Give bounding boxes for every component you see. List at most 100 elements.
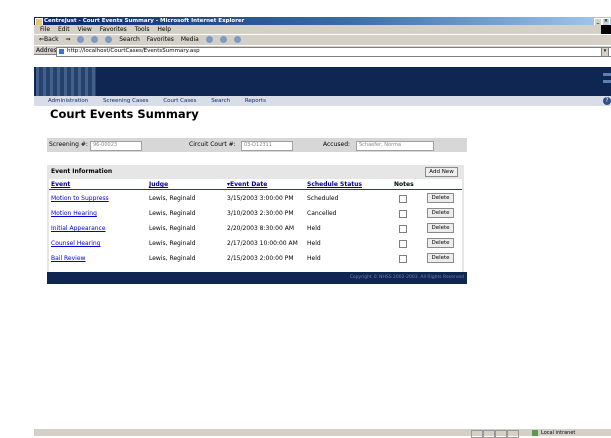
site-nav: Administration Screening Cases Court Cas… xyxy=(34,96,611,106)
nav-administration[interactable]: Administration xyxy=(48,98,88,104)
history-icon[interactable] xyxy=(205,36,213,43)
screening-label: Screening #: xyxy=(49,141,88,148)
event-date-cell: 2/15/2003 2:00:00 PM xyxy=(227,255,294,262)
column-header-schedule-status[interactable]: Schedule Status xyxy=(307,181,362,188)
judge-cell: Lewis, Reginald xyxy=(149,240,196,247)
event-link[interactable]: Initial Appearance xyxy=(51,225,106,232)
notes-checkbox[interactable] xyxy=(399,210,407,218)
judge-cell: Lewis, Reginald xyxy=(149,195,196,202)
nav-court-cases[interactable]: Court Cases xyxy=(163,98,196,104)
notes-checkbox[interactable] xyxy=(399,255,407,263)
menu-file[interactable]: File xyxy=(40,26,50,33)
status-cell: Held xyxy=(307,240,321,247)
event-date-cell: 2/17/2003 10:00:00 AM xyxy=(227,240,298,247)
table-row: Initial Appearance Lewis, Reginald 2/20/… xyxy=(49,222,462,237)
event-link[interactable]: Motion to Suppress xyxy=(51,195,109,202)
site-banner xyxy=(34,67,611,96)
status-cell: Scheduled xyxy=(307,195,339,202)
status-pane xyxy=(483,430,495,438)
column-header-event-date[interactable]: ▾Event Date xyxy=(227,181,267,188)
banner-decor xyxy=(603,80,611,83)
table-row: Motion to Suppress Lewis, Reginald 3/15/… xyxy=(49,192,462,207)
windows-logo-icon xyxy=(601,25,611,34)
menu-tools[interactable]: Tools xyxy=(135,26,150,33)
courthouse-banner-image xyxy=(36,67,96,96)
browser-toolbar: ⇐Back ⇒ Search Favorites Media xyxy=(34,34,611,45)
delete-button[interactable]: Delete xyxy=(427,208,454,218)
status-cell: Cancelled xyxy=(307,210,337,217)
status-cell: Held xyxy=(307,225,321,232)
mail-icon[interactable] xyxy=(219,36,227,43)
event-date-cell: 3/15/2003 3:00:00 PM xyxy=(227,195,294,202)
address-input[interactable]: http://localhost/CourtCases/EventsSummar… xyxy=(56,47,611,57)
address-url: http://localhost/CourtCases/EventsSummar… xyxy=(67,48,200,54)
panel-header: Event Information xyxy=(49,165,464,178)
circuit-court-number-field[interactable]: 03-D12311 xyxy=(241,141,293,151)
circuit-court-label: Circuit Court #: xyxy=(189,141,236,148)
status-bar: Local intranet xyxy=(34,428,611,438)
event-link[interactable]: Bail Review xyxy=(51,255,85,262)
events-table: Event Judge ▾Event Date Schedule Status … xyxy=(49,179,462,274)
header-rule xyxy=(49,189,462,190)
search-button[interactable]: Search xyxy=(119,36,140,43)
intranet-icon xyxy=(532,430,538,436)
menu-help[interactable]: Help xyxy=(157,26,171,33)
security-zone-label: Local intranet xyxy=(541,430,576,436)
status-pane xyxy=(495,430,507,438)
event-link[interactable]: Motion Hearing xyxy=(51,210,97,217)
delete-button[interactable]: Delete xyxy=(427,253,454,263)
judge-cell: Lewis, Reginald xyxy=(149,225,196,232)
judge-cell: Lewis, Reginald xyxy=(149,210,196,217)
help-icon[interactable]: ? xyxy=(603,97,611,105)
panel-title: Event Information xyxy=(51,168,113,175)
menu-edit[interactable]: Edit xyxy=(58,26,70,33)
nav-search[interactable]: Search xyxy=(211,98,230,104)
column-header-event[interactable]: Event xyxy=(51,181,70,188)
table-row: Counsel Hearing Lewis, Reginald 2/17/200… xyxy=(49,237,462,252)
delete-button[interactable]: Delete xyxy=(427,193,454,203)
menu-favorites[interactable]: Favorites xyxy=(100,26,127,33)
event-link[interactable]: Counsel Hearing xyxy=(51,240,100,247)
left-gutter xyxy=(0,17,34,436)
address-bar: Address http://localhost/CourtCases/Even… xyxy=(34,45,611,57)
case-filter-bar: Screening #: 96-00023 Circuit Court #: 0… xyxy=(47,138,467,152)
notes-checkbox[interactable] xyxy=(399,225,407,233)
menu-view[interactable]: View xyxy=(78,26,92,33)
window-title: CentreJust - Court Events Summary - Micr… xyxy=(44,18,245,24)
page-icon xyxy=(59,49,64,54)
print-icon[interactable] xyxy=(233,36,241,43)
favorites-button[interactable]: Favorites xyxy=(147,36,174,43)
screening-number-field[interactable]: 96-00023 xyxy=(90,141,142,151)
column-header-notes: Notes xyxy=(394,181,414,188)
media-button[interactable]: Media xyxy=(181,36,199,43)
table-row: Bail Review Lewis, Reginald 2/15/2003 2:… xyxy=(49,252,462,267)
nav-screening-cases[interactable]: Screening Cases xyxy=(103,98,149,104)
back-button[interactable]: ⇐Back xyxy=(39,36,59,43)
window-titlebar: CentreJust - Court Events Summary - Micr… xyxy=(34,17,611,26)
accused-label: Accused: xyxy=(323,141,351,148)
event-information-panel: Event Information Add New Event Judge ▾E… xyxy=(47,165,467,284)
refresh-icon[interactable] xyxy=(91,36,99,43)
nav-reports[interactable]: Reports xyxy=(245,98,266,104)
home-icon[interactable] xyxy=(105,36,113,43)
column-header-judge[interactable]: Judge xyxy=(149,181,168,188)
notes-checkbox[interactable] xyxy=(399,195,407,203)
banner-decor xyxy=(603,73,611,76)
accused-field[interactable]: Schaefer, Norma xyxy=(356,141,434,151)
stop-icon[interactable] xyxy=(77,36,85,43)
status-cell: Held xyxy=(307,255,321,262)
notes-checkbox[interactable] xyxy=(399,240,407,248)
table-row: Motion Hearing Lewis, Reginald 3/10/2003… xyxy=(49,207,462,222)
address-dropdown-button[interactable]: ▾ xyxy=(601,47,609,57)
status-pane xyxy=(507,430,519,438)
forward-button[interactable]: ⇒ xyxy=(66,36,71,43)
delete-button[interactable]: Delete xyxy=(427,223,454,233)
event-date-cell: 2/20/2003 8:30:00 AM xyxy=(227,225,294,232)
copyright-footer: Copyright © NHSS 2002-2003. All Rights R… xyxy=(47,272,467,284)
delete-button[interactable]: Delete xyxy=(427,238,454,248)
status-pane xyxy=(471,430,483,438)
page-title: Court Events Summary xyxy=(50,107,199,121)
menu-bar: File Edit View Favorites Tools Help xyxy=(34,25,611,34)
add-new-button[interactable]: Add New xyxy=(425,167,458,177)
right-gutter xyxy=(605,55,611,436)
